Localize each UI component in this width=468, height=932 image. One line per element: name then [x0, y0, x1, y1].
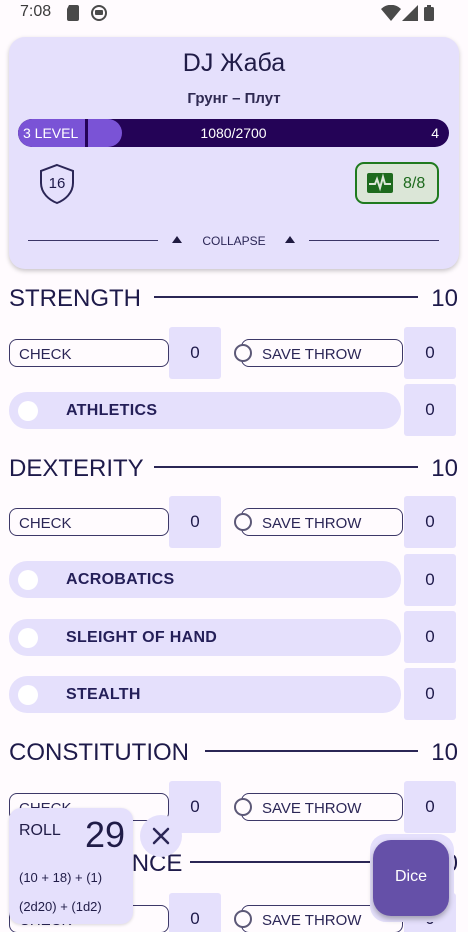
- dice-button-label: Dice: [394, 868, 427, 885]
- collapse-button[interactable]: COLLAPSE: [9, 234, 459, 248]
- skill-stealth[interactable]: STEALTH: [9, 676, 401, 713]
- save-value-text: 0: [425, 512, 435, 531]
- character-card: DJ Жаба Грунг – Плут 3 LEVEL 1080/2700 4…: [9, 37, 459, 269]
- skill-athletics[interactable]: ATHLETICS: [9, 392, 401, 429]
- skill-acrobatics[interactable]: ACROBATICS: [9, 561, 401, 598]
- armor-class-value: 16: [48, 175, 66, 192]
- dexterity-save-throw-button[interactable]: SAVE THROW: [241, 508, 403, 536]
- sd-card-icon: [67, 5, 79, 21]
- skill-athletics-value[interactable]: 0: [404, 384, 456, 436]
- skill-value-text: 0: [425, 570, 435, 589]
- character-race-class: Грунг – Плут: [187, 90, 281, 107]
- save-value-text: 0: [425, 343, 435, 362]
- wifi-icon: [381, 5, 401, 21]
- section-divider: [154, 296, 418, 298]
- save-throw-label: SAVE THROW: [262, 800, 362, 817]
- constitution-save-throw-button[interactable]: SAVE THROW: [241, 793, 403, 821]
- xp-text: 1080/2700: [200, 125, 267, 141]
- section-score-constitution[interactable]: 10: [431, 739, 458, 767]
- character-name: DJ Жаба: [182, 49, 286, 77]
- dexterity-check-button[interactable]: CHECK: [9, 508, 169, 536]
- dexterity-save-proficiency-radio[interactable]: [234, 513, 252, 531]
- check-value-text: 0: [190, 909, 200, 928]
- next-level: 4: [431, 125, 439, 141]
- collapse-divider-right: [309, 240, 439, 241]
- constitution-save-value[interactable]: 0: [404, 781, 456, 833]
- roll-total: 29: [85, 814, 126, 855]
- hit-points-button[interactable]: 8/8: [355, 162, 439, 204]
- skill-proficiency-radio[interactable]: [18, 570, 38, 590]
- collapse-arrow-right-icon[interactable]: [285, 236, 295, 243]
- heartbeat-monitor-icon: [367, 173, 393, 193]
- dexterity-save-value[interactable]: 0: [404, 496, 456, 548]
- dice-button[interactable]: Dice: [373, 840, 449, 916]
- strength-check-button[interactable]: CHECK: [9, 339, 169, 367]
- close-icon: [152, 827, 170, 845]
- strength-save-proficiency-radio[interactable]: [234, 344, 252, 362]
- cellular-icon: [402, 5, 418, 21]
- skill-name: SLEIGHT OF HAND: [66, 629, 218, 646]
- dexterity-check-value[interactable]: 0: [169, 496, 221, 548]
- section-score-strength[interactable]: 10: [431, 285, 458, 313]
- status-time: 7:08: [20, 3, 52, 20]
- roll-label: ROLL: [19, 822, 61, 839]
- roll-result-popup: ROLL 29 (10 + 18) + (1) (2d20) + (1d2): [9, 808, 133, 924]
- strength-check-value[interactable]: 0: [169, 327, 221, 379]
- roll-formula-values: (10 + 18) + (1): [19, 870, 103, 885]
- close-roll-button[interactable]: [140, 815, 182, 857]
- check-value-text: 0: [190, 797, 200, 816]
- roll-formula-dice: (2d20) + (1d2): [19, 899, 102, 914]
- skill-value-text: 0: [425, 684, 435, 703]
- save-throw-label: SAVE THROW: [262, 912, 362, 929]
- app-notification-icon: [91, 5, 107, 21]
- battery-icon: [424, 5, 434, 21]
- section-divider: [205, 750, 418, 752]
- save-throw-label: SAVE THROW: [262, 346, 362, 363]
- armor-class-badge[interactable]: 16: [37, 163, 77, 205]
- check-value-text: 0: [190, 512, 200, 531]
- check-value-text: 0: [190, 343, 200, 362]
- save-value-text: 0: [425, 797, 435, 816]
- check-label: CHECK: [19, 346, 72, 363]
- skill-name: ACROBATICS: [66, 571, 175, 588]
- constitution-save-proficiency-radio[interactable]: [234, 798, 252, 816]
- skill-proficiency-radio[interactable]: [18, 685, 38, 705]
- skill-proficiency-radio[interactable]: [18, 401, 38, 421]
- check-label: CHECK: [19, 515, 72, 532]
- strength-save-throw-button[interactable]: SAVE THROW: [241, 339, 403, 367]
- hit-points-text: 8/8: [403, 175, 426, 192]
- skill-acrobatics-value[interactable]: 0: [404, 554, 456, 606]
- skill-value-text: 0: [425, 400, 435, 419]
- skill-proficiency-radio[interactable]: [18, 628, 38, 648]
- intelligence-save-proficiency-radio[interactable]: [234, 910, 252, 928]
- section-score-dexterity[interactable]: 10: [431, 455, 458, 483]
- save-throw-label: SAVE THROW: [262, 515, 362, 532]
- skill-value-text: 0: [425, 627, 435, 646]
- skill-name: STEALTH: [66, 686, 141, 703]
- skill-name: ATHLETICS: [66, 402, 158, 419]
- xp-progress-bar: 3 LEVEL 1080/2700 4: [18, 119, 449, 147]
- skill-stealth-value[interactable]: 0: [404, 668, 456, 720]
- skill-sleight-of-hand-value[interactable]: 0: [404, 611, 456, 663]
- section-title-dexterity: DEXTERITY: [9, 455, 144, 482]
- section-title-strength: STRENGTH: [9, 285, 141, 312]
- skill-sleight-of-hand[interactable]: SLEIGHT OF HAND: [9, 619, 401, 656]
- strength-save-value[interactable]: 0: [404, 327, 456, 379]
- intelligence-check-value[interactable]: 0: [169, 893, 221, 932]
- section-divider: [154, 466, 418, 468]
- section-title-constitution: CONSTITUTION: [9, 739, 189, 766]
